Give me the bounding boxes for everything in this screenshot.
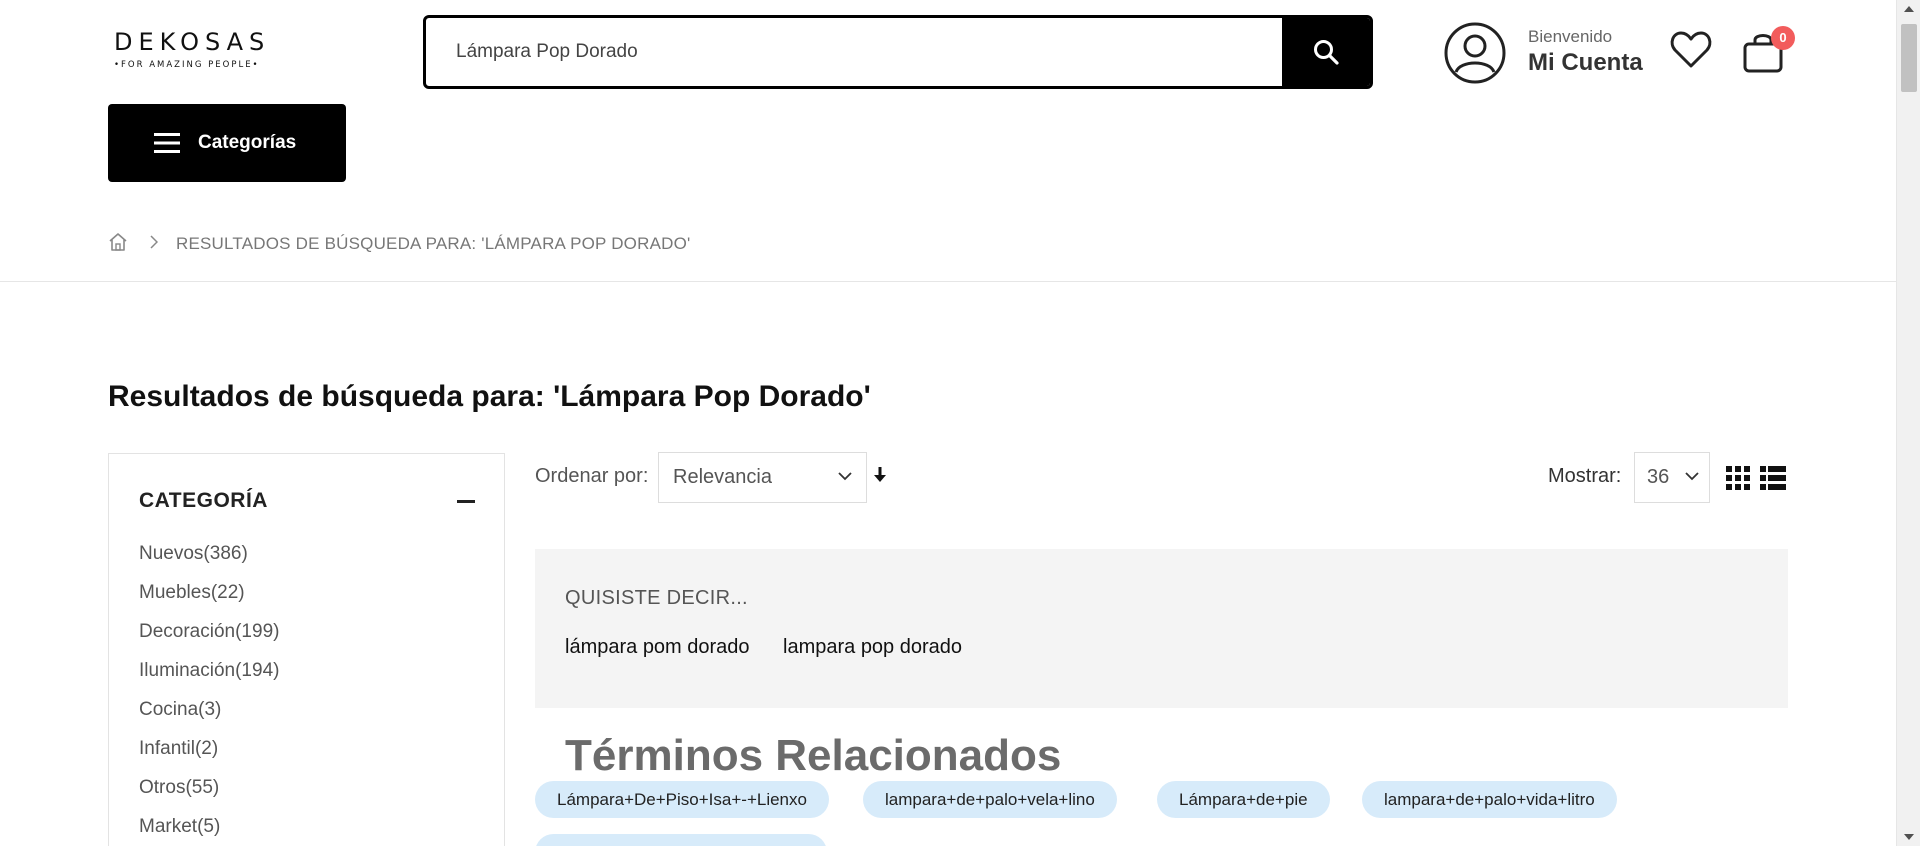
wishlist-button[interactable] bbox=[1670, 30, 1712, 75]
suggestion-link[interactable]: lampara pop dorado bbox=[783, 636, 962, 659]
home-icon[interactable] bbox=[108, 232, 128, 257]
account-name: Mi Cuenta bbox=[1528, 49, 1643, 76]
sort-select[interactable]: Relevancia bbox=[658, 452, 867, 503]
sort-direction-button[interactable] bbox=[874, 467, 886, 488]
search-icon bbox=[1314, 40, 1339, 65]
category-item[interactable]: Market(5) bbox=[139, 807, 279, 846]
logo-brand: DEKOSAS bbox=[114, 28, 271, 56]
breadcrumb-current: RESULTADOS DE BÚSQUEDA PARA: 'LÁMPARA PO… bbox=[176, 234, 691, 253]
hamburger-icon bbox=[154, 133, 180, 153]
category-item[interactable]: Nuevos(386) bbox=[139, 534, 279, 573]
related-term-chip[interactable]: lampara+de+palo+vida+litro bbox=[1362, 781, 1617, 818]
category-list: Nuevos(386) Muebles(22) Decoración(199) … bbox=[139, 534, 279, 846]
search-button[interactable] bbox=[1282, 18, 1370, 86]
search-bar bbox=[423, 15, 1373, 89]
related-term-chip[interactable]: Lámpara+De+Piso+Isa+-+Lienxo bbox=[535, 781, 829, 818]
site-logo[interactable]: DEKOSAS •FOR AMAZING PEOPLE• bbox=[114, 28, 284, 74]
related-term-chip[interactable]: lampara+de+palo+vela+lino bbox=[863, 781, 1117, 818]
arrow-down-icon bbox=[874, 467, 886, 482]
chevron-down-icon bbox=[1685, 472, 1699, 481]
page-title: Resultados de búsqueda para: 'Lámpara Po… bbox=[108, 380, 871, 413]
category-item[interactable]: Cocina(3) bbox=[139, 690, 279, 729]
page-scrollbar[interactable] bbox=[1896, 0, 1920, 846]
suggestion-link[interactable]: lámpara pom dorado bbox=[565, 636, 750, 659]
did-you-mean-heading: QUISISTE DECIR... bbox=[565, 587, 748, 609]
show-label: Mostrar: bbox=[1548, 465, 1622, 487]
heart-icon bbox=[1670, 31, 1712, 68]
grid-view-icon[interactable] bbox=[1726, 466, 1750, 495]
user-circle-icon bbox=[1444, 22, 1506, 89]
related-terms-title: Términos Relacionados bbox=[565, 731, 1062, 780]
logo-tagline: •FOR AMAZING PEOPLE• bbox=[114, 60, 260, 70]
sort-label: Ordenar por: bbox=[535, 465, 649, 487]
category-item[interactable]: Decoración(199) bbox=[139, 612, 279, 651]
chevron-right-icon bbox=[150, 234, 159, 254]
category-item[interactable]: Otros(55) bbox=[139, 768, 279, 807]
related-term-chip[interactable]: Lámpara+de+pie bbox=[1157, 781, 1330, 818]
scroll-up-icon[interactable] bbox=[1904, 6, 1914, 12]
categories-label: Categorías bbox=[198, 132, 297, 153]
search-input[interactable] bbox=[426, 18, 1284, 86]
header-divider bbox=[0, 281, 1896, 282]
collapse-icon[interactable] bbox=[457, 500, 475, 503]
page-size-select[interactable]: 36 bbox=[1634, 452, 1710, 503]
category-item[interactable]: Muebles(22) bbox=[139, 573, 279, 612]
page-size-value: 36 bbox=[1647, 466, 1670, 488]
scroll-down-icon[interactable] bbox=[1904, 834, 1914, 840]
category-item[interactable]: Infantil(2) bbox=[139, 729, 279, 768]
related-term-chip[interactable] bbox=[535, 834, 827, 846]
category-filter: CATEGORÍA Nuevos(386) Muebles(22) Decora… bbox=[108, 453, 505, 846]
categories-button[interactable]: Categorías bbox=[108, 104, 346, 182]
category-item[interactable]: Iluminación(194) bbox=[139, 651, 279, 690]
cart-count-badge: 0 bbox=[1771, 26, 1795, 50]
did-you-mean-box: QUISISTE DECIR... lámpara pom dorado lam… bbox=[535, 549, 1788, 708]
chevron-down-icon bbox=[838, 472, 852, 481]
breadcrumb: RESULTADOS DE BÚSQUEDA PARA: 'LÁMPARA PO… bbox=[108, 230, 690, 258]
scrollbar-thumb[interactable] bbox=[1901, 24, 1917, 92]
account-link[interactable]: Bienvenido Mi Cuenta bbox=[1444, 22, 1644, 84]
category-heading: CATEGORÍA bbox=[139, 489, 268, 512]
list-view-icon[interactable] bbox=[1760, 466, 1786, 495]
account-welcome: Bienvenido bbox=[1528, 27, 1613, 46]
sort-value: Relevancia bbox=[673, 466, 772, 488]
